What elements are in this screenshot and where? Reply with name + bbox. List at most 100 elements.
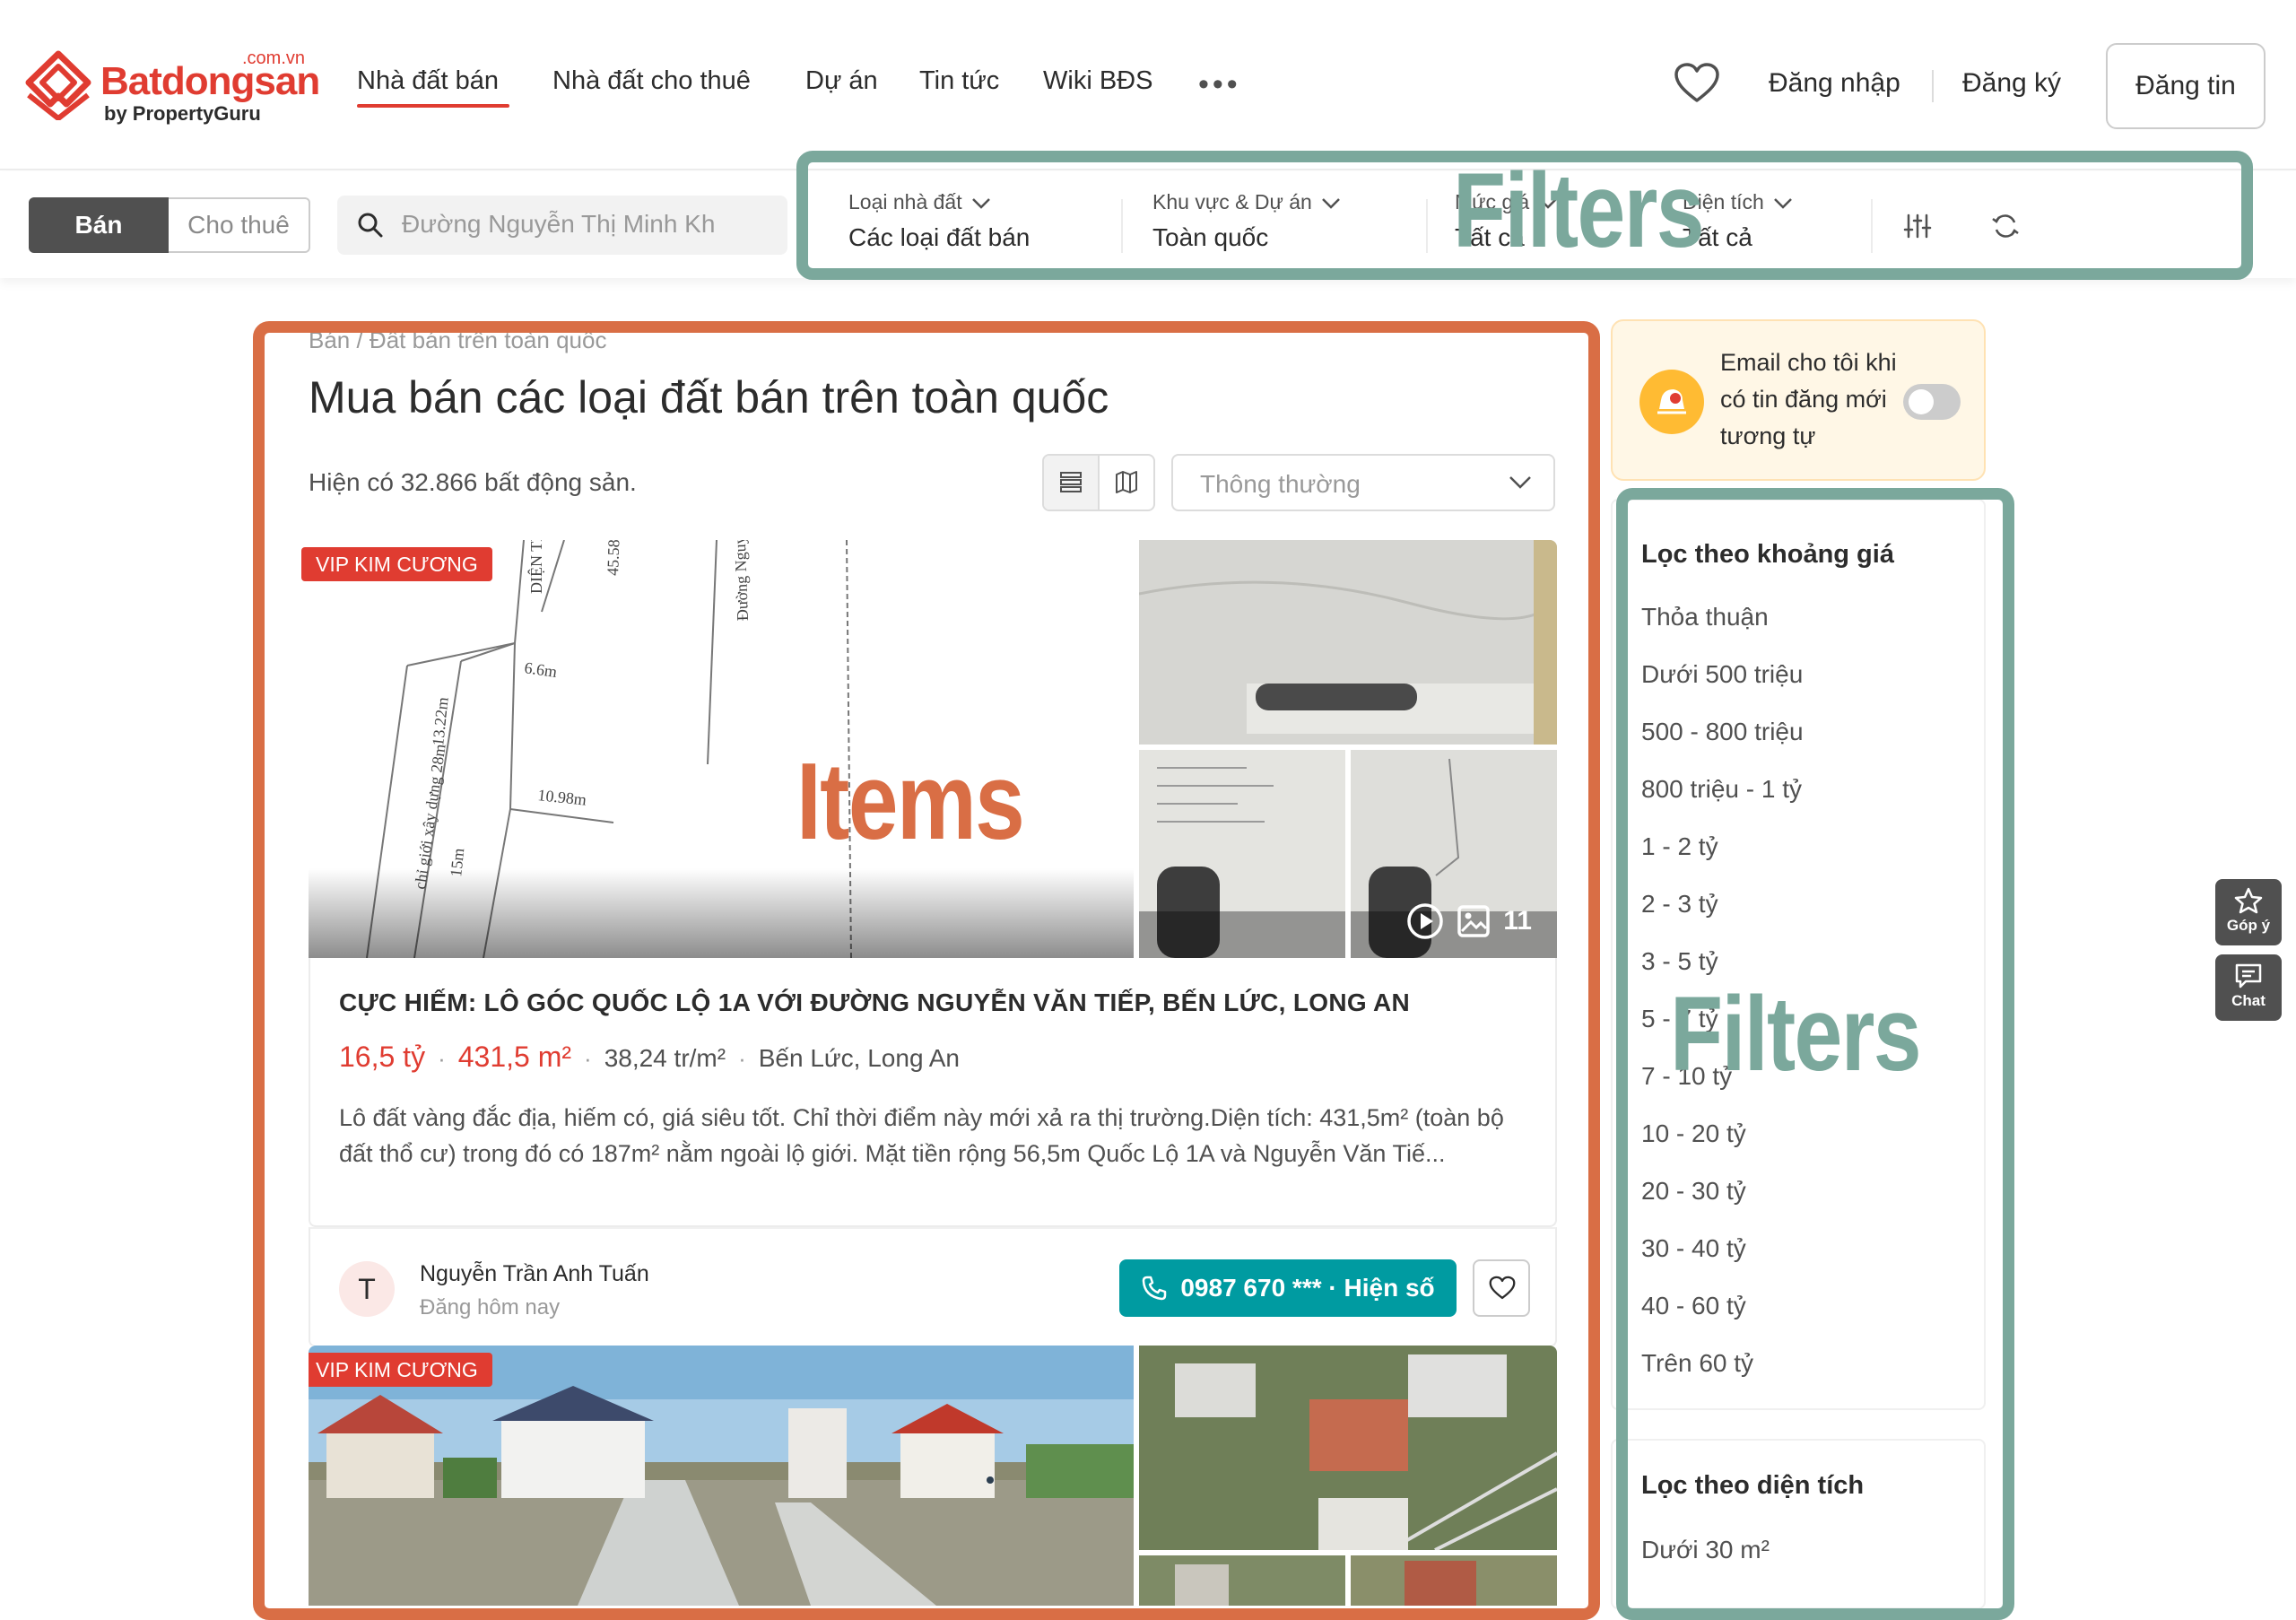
nav-item-nha-dat-ban[interactable]: Nhà đất bán xyxy=(357,66,499,96)
search-bar: Bán Cho thuê Đường Nguyễn Thị Minh Kh Lo… xyxy=(0,172,2296,278)
feedback-button[interactable]: Góp ý xyxy=(2215,879,2282,945)
filter-divider xyxy=(1121,199,1123,253)
price-filter-option[interactable]: 3 - 5 tỷ xyxy=(1641,947,1718,976)
breadcrumb[interactable]: Bán / Đất bán trên toàn quốc xyxy=(309,327,606,354)
nav-more-button[interactable]: ••• xyxy=(1198,66,1241,102)
register-link[interactable]: Đăng ký xyxy=(1962,68,2061,99)
listing-price-per-m2: 38,24 tr/m² xyxy=(604,1044,726,1072)
email-alert-text: Email cho tôi khi có tin đăng mới tương … xyxy=(1720,349,1897,449)
map-view-button[interactable] xyxy=(1100,456,1153,510)
price-filter-option[interactable]: 500 - 800 triệu xyxy=(1641,718,1804,746)
feedback-label: Góp ý xyxy=(2226,917,2271,934)
saved-listings-heart-icon[interactable] xyxy=(1674,63,1720,104)
email-alert-icon xyxy=(1639,370,1704,434)
agent-avatar[interactable]: T xyxy=(339,1261,395,1317)
chevron-down-icon xyxy=(1773,198,1792,209)
email-alert-box: Email cho tôi khi có tin đăng mới tương … xyxy=(1611,319,1986,481)
area-filter-title: Lọc theo diện tích xyxy=(1641,1471,1865,1500)
phone-icon xyxy=(1143,1276,1167,1301)
filter-value: Các loại đất bán xyxy=(848,223,1031,251)
listing-body: CỰC HIẾM: LÔ GÓC QUỐC LỘ 1A VỚI ĐƯỜNG NG… xyxy=(309,958,1557,1227)
nav-item-du-an[interactable]: Dự án xyxy=(805,66,878,96)
price-filter-title: Lọc theo khoảng giá xyxy=(1641,540,1894,569)
price-filter-option[interactable]: 1 - 2 tỷ xyxy=(1641,832,1718,861)
listing-card[interactable]: 6.6m 10.98m 13.22m 15m chỉ giới xây dựng… xyxy=(301,540,1557,1347)
logo-house-icon xyxy=(25,50,91,120)
save-listing-button[interactable] xyxy=(1473,1259,1530,1317)
price-filter-option[interactable]: 2 - 3 tỷ xyxy=(1641,890,1718,919)
filter-settings-icon[interactable] xyxy=(1903,212,1932,240)
listing-location: Bến Lức, Long An xyxy=(758,1044,960,1072)
chevron-down-icon xyxy=(971,198,990,209)
nav-item-tin-tuc[interactable]: Tin tức xyxy=(919,66,999,96)
search-input[interactable]: Đường Nguyễn Thị Minh Kh xyxy=(337,196,787,255)
price-filter-option[interactable]: Thỏa thuận xyxy=(1641,603,1769,631)
area-filter-option[interactable]: Dưới 30 m² xyxy=(1641,1536,1770,1564)
search-icon xyxy=(358,213,383,238)
site-header: Batdongsan .com.vn by PropertyGuru Nhà đ… xyxy=(0,0,2296,170)
price-filter-option[interactable]: 40 - 60 tỷ xyxy=(1641,1292,1746,1320)
listing-thumb-image xyxy=(1139,1555,1345,1606)
svg-text:DIỆN TÍCH: DIỆN TÍCH xyxy=(526,540,545,594)
listing-thumb-image xyxy=(1139,1346,1557,1550)
price-filter-option[interactable]: Trên 60 tỷ xyxy=(1641,1349,1753,1378)
media-count-badge: 11 xyxy=(1406,902,1532,940)
meta-separator: · xyxy=(438,1045,446,1072)
chat-icon xyxy=(2235,963,2262,989)
view-toggle xyxy=(1042,454,1155,511)
annotation-label-filters-top: Filters xyxy=(1453,152,1705,270)
video-play-icon xyxy=(1407,903,1444,939)
chevron-down-icon xyxy=(1509,476,1531,489)
svg-text:Đường Nguyễn: Đường Nguyễn xyxy=(730,540,752,622)
price-filter-option[interactable]: 10 - 20 tỷ xyxy=(1641,1119,1746,1148)
image-count: 11 xyxy=(1503,906,1532,936)
price-filter-option[interactable]: 20 - 30 tỷ xyxy=(1641,1177,1746,1206)
filter-value: Toàn quốc xyxy=(1152,223,1269,251)
annotation-label-items: Items xyxy=(796,740,1025,862)
nav-active-indicator xyxy=(357,104,509,108)
chat-button[interactable]: Chat xyxy=(2215,954,2282,1021)
nav-item-nha-dat-cho-thue[interactable]: Nhà đất cho thuê xyxy=(552,66,751,96)
search-placeholder: Đường Nguyễn Thị Minh Kh xyxy=(402,210,716,238)
filter-property-type[interactable]: Loại nhà đất Các loại đất bán xyxy=(848,190,1030,262)
site-logo[interactable]: Batdongsan .com.vn by PropertyGuru xyxy=(25,47,321,133)
listing-description: Lô đất vàng đắc địa, hiếm có, giá siêu t… xyxy=(339,1104,1504,1167)
star-icon xyxy=(2234,887,2263,914)
agent-name[interactable]: Nguyễn Trần Anh Tuấn xyxy=(420,1261,649,1287)
list-view-icon xyxy=(1060,472,1082,492)
vip-badge: VIP KIM CƯƠNG xyxy=(309,1353,492,1387)
price-filter-option[interactable]: 30 - 40 tỷ xyxy=(1641,1234,1746,1263)
login-link[interactable]: Đăng nhập xyxy=(1769,68,1900,99)
sort-value: Thông thường xyxy=(1200,470,1361,498)
listing-price: 16,5 tỷ xyxy=(339,1041,426,1073)
posted-time: Đăng hôm nay xyxy=(420,1295,561,1320)
reset-filter-icon[interactable] xyxy=(1991,212,2020,240)
map-view-icon xyxy=(1116,471,1137,493)
price-filter-option[interactable]: Dưới 500 triệu xyxy=(1641,660,1803,689)
filter-area-project[interactable]: Khu vực & Dự án Toàn quốc xyxy=(1152,190,1341,262)
logo-byline: by PropertyGuru xyxy=(104,102,261,125)
page-title: Mua bán các loại đất bán trên toàn quốc xyxy=(309,372,1109,422)
phone-label: 0987 670 *** · Hiện số xyxy=(1180,1274,1435,1302)
listing-card[interactable]: VIP KIM CƯƠNG xyxy=(309,1346,1557,1606)
logo-suffix: .com.vn xyxy=(242,48,306,68)
area-filter-panel: Lọc theo diện tích Dưới 30 m² xyxy=(1611,1439,1986,1609)
price-filter-option[interactable]: 800 triệu - 1 tỷ xyxy=(1641,775,1802,804)
sort-select[interactable]: Thông thường xyxy=(1171,454,1555,511)
heart-icon xyxy=(1489,1276,1516,1300)
show-phone-button[interactable]: 0987 670 *** · Hiện số xyxy=(1119,1259,1457,1317)
list-view-button[interactable] xyxy=(1044,456,1100,510)
filter-label: Khu vực & Dự án xyxy=(1152,190,1312,213)
post-listing-button[interactable]: Đăng tin xyxy=(2106,43,2266,129)
listing-thumb-image xyxy=(1351,1555,1557,1606)
listing-thumb-image xyxy=(1139,540,1557,745)
nav-item-wiki-bds[interactable]: Wiki BĐS xyxy=(1043,66,1152,96)
listing-title[interactable]: CỰC HIẾM: LÔ GÓC QUỐC LỘ 1A VỚI ĐƯỜNG NG… xyxy=(339,989,1410,1017)
listing-gallery[interactable] xyxy=(309,1346,1557,1606)
filter-divider xyxy=(1871,199,1873,253)
price-filter-panel: Lọc theo khoảng giá Thỏa thuận Dưới 500 … xyxy=(1611,499,1986,1410)
vip-badge: VIP KIM CƯƠNG xyxy=(301,547,492,581)
email-alert-toggle[interactable] xyxy=(1903,384,1961,420)
tab-ban[interactable]: Bán xyxy=(29,197,169,253)
tab-cho-thue[interactable]: Cho thuê xyxy=(169,197,310,253)
